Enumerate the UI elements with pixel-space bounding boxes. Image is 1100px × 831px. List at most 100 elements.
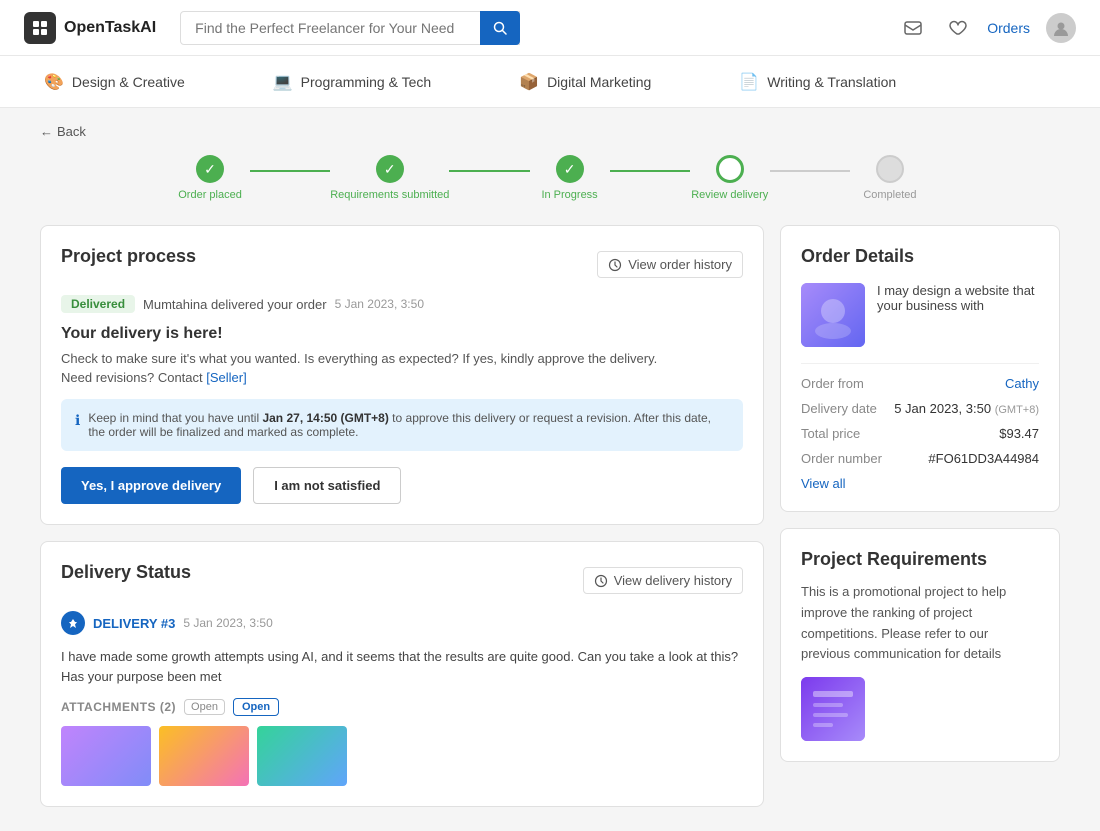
search-input[interactable] [180,11,520,45]
delivery-time: 5 Jan 2023, 3:50 [183,616,272,630]
nav: 🎨 Design & Creative 💻 Programming & Tech… [0,56,1100,108]
delivery-date-tz: (GMT+8) [995,404,1039,416]
programming-icon: 💻 [273,72,293,92]
project-process-header: Project process View order history [61,246,743,283]
delivered-badge: Delivered [61,295,135,313]
nav-label-marketing: Digital Marketing [547,74,651,90]
delivery-body-text: I have made some growth attempts using A… [61,647,743,686]
step-label-requirements: Requirements submitted [330,189,449,201]
orders-link[interactable]: Orders [987,20,1030,36]
delivery-num-label: DELIVERY #3 [93,616,175,631]
nav-item-marketing[interactable]: 📦 Digital Marketing [515,72,655,92]
view-order-history-button[interactable]: View order history [597,251,743,278]
delivery-num-icon [61,611,85,635]
approve-delivery-button[interactable]: Yes, I approve delivery [61,467,241,504]
message-icon[interactable] [899,14,927,42]
step-line-1 [250,170,330,172]
delivery-date-value: 5 Jan 2023, 3:50 (GMT+8) [894,401,1039,416]
step-circle-requirements: ✓ [376,155,404,183]
view-delivery-history-button[interactable]: View delivery history [583,567,743,594]
design-icon: 🎨 [44,72,64,92]
not-satisfied-button[interactable]: I am not satisfied [253,467,401,504]
order-number-value: #FO61DD3A44984 [928,451,1039,466]
step-label-in-progress: In Progress [541,189,597,201]
step-in-progress: ✓ In Progress [530,155,610,201]
right-column: Order Details I may design a website tha… [780,225,1060,807]
attachments-row: ATTACHMENTS (2) Open Open [61,698,743,716]
marketing-icon: 📦 [519,72,539,92]
total-price-row: Total price $93.47 [801,426,1039,441]
step-circle-completed [876,155,904,183]
step-line-4 [770,170,850,172]
logo-text: OpenTaskAI [64,19,156,37]
delivery-status-card: Delivery Status View delivery history DE… [40,541,764,807]
nav-label-programming: Programming & Tech [301,74,431,90]
delivery-body1: Check to make sure it's what you wanted.… [61,351,743,366]
info-box: ℹ Keep in mind that you have until Jan 2… [61,399,743,451]
step-requirements: ✓ Requirements submitted [330,155,449,201]
total-price-value: $93.47 [999,426,1039,441]
writing-icon: 📄 [739,72,759,92]
order-details-card: Order Details I may design a website tha… [780,225,1060,512]
content-grid: Project process View order history Deliv… [40,225,1060,807]
order-from-label: Order from [801,376,864,391]
attachment-thumb-2[interactable] [159,726,249,786]
order-thumb-text: I may design a website that your busines… [877,283,1039,313]
nav-item-programming[interactable]: 💻 Programming & Tech [269,72,435,92]
project-requirements-thumb [801,677,865,741]
search-button[interactable] [480,11,520,45]
seller-link[interactable]: [Seller] [206,370,246,385]
order-meta: Order from Cathy Delivery date 5 Jan 202… [801,363,1039,491]
back-label: Back [57,124,86,139]
step-label-completed: Completed [863,189,916,201]
header: OpenTaskAI Orders [0,0,1100,56]
avatar[interactable] [1046,13,1076,43]
step-review: Review delivery [690,155,770,201]
attachment-thumb-1[interactable] [61,726,151,786]
delivered-time: 5 Jan 2023, 3:50 [335,297,424,311]
step-circle-review [716,155,744,183]
logo[interactable]: OpenTaskAI [24,12,156,44]
favorites-icon[interactable] [943,14,971,42]
step-label-order-placed: Order placed [178,189,242,201]
info-icon: ℹ [75,412,80,429]
project-requirements-card: Project Requirements This is a promotion… [780,528,1060,762]
view-history-label: View order history [628,257,732,272]
total-price-label: Total price [801,426,860,441]
step-circle-in-progress: ✓ [556,155,584,183]
step-label-review: Review delivery [691,189,768,201]
order-thumb-image [801,283,865,347]
step-order-placed: ✓ Order placed [170,155,250,201]
delivery-date-label: Delivery date [801,401,877,416]
view-all-link[interactable]: View all [801,476,1039,491]
back-link[interactable]: ← Back [40,124,1060,139]
left-column: Project process View order history Deliv… [40,225,764,807]
order-number-label: Order number [801,451,882,466]
progress-bar: ✓ Order placed ✓ Requirements submitted … [40,155,1060,201]
open-badge[interactable]: Open [233,698,279,716]
view-delivery-history-label: View delivery history [614,573,732,588]
order-number-row: Order number #FO61DD3A44984 [801,451,1039,466]
delivery-status-header: Delivery Status View delivery history [61,562,743,599]
progress-steps: ✓ Order placed ✓ Requirements submitted … [170,155,930,201]
open-label: Open [184,699,225,715]
order-details-title: Order Details [801,246,1039,267]
step-line-3 [610,170,690,172]
delivered-by-text: Mumtahina delivered your order [143,297,327,312]
nav-item-design[interactable]: 🎨 Design & Creative [40,72,189,92]
delivery-info: Delivered Mumtahina delivered your order… [61,295,743,313]
info-text: Keep in mind that you have until Jan 27,… [88,411,729,439]
attachment-thumb-3[interactable] [257,726,347,786]
back-arrow-icon: ← [40,124,53,139]
step-circle-order-placed: ✓ [196,155,224,183]
delivery-number: DELIVERY #3 5 Jan 2023, 3:50 [61,611,743,635]
nav-item-writing[interactable]: 📄 Writing & Translation [735,72,900,92]
main-content: ← Back ✓ Order placed ✓ Requirements sub… [0,108,1100,831]
delivery-body2: Need revisions? Contact [Seller] [61,370,743,385]
project-requirements-text: This is a promotional project to help im… [801,582,1039,665]
logo-icon [24,12,56,44]
info-text2: to approve this delivery or request a re… [88,411,711,439]
delivery-status-title: Delivery Status [61,562,191,583]
info-date: Jan 27, 14:50 (GMT+8) [262,411,388,425]
action-buttons: Yes, I approve delivery I am not satisfi… [61,467,743,504]
